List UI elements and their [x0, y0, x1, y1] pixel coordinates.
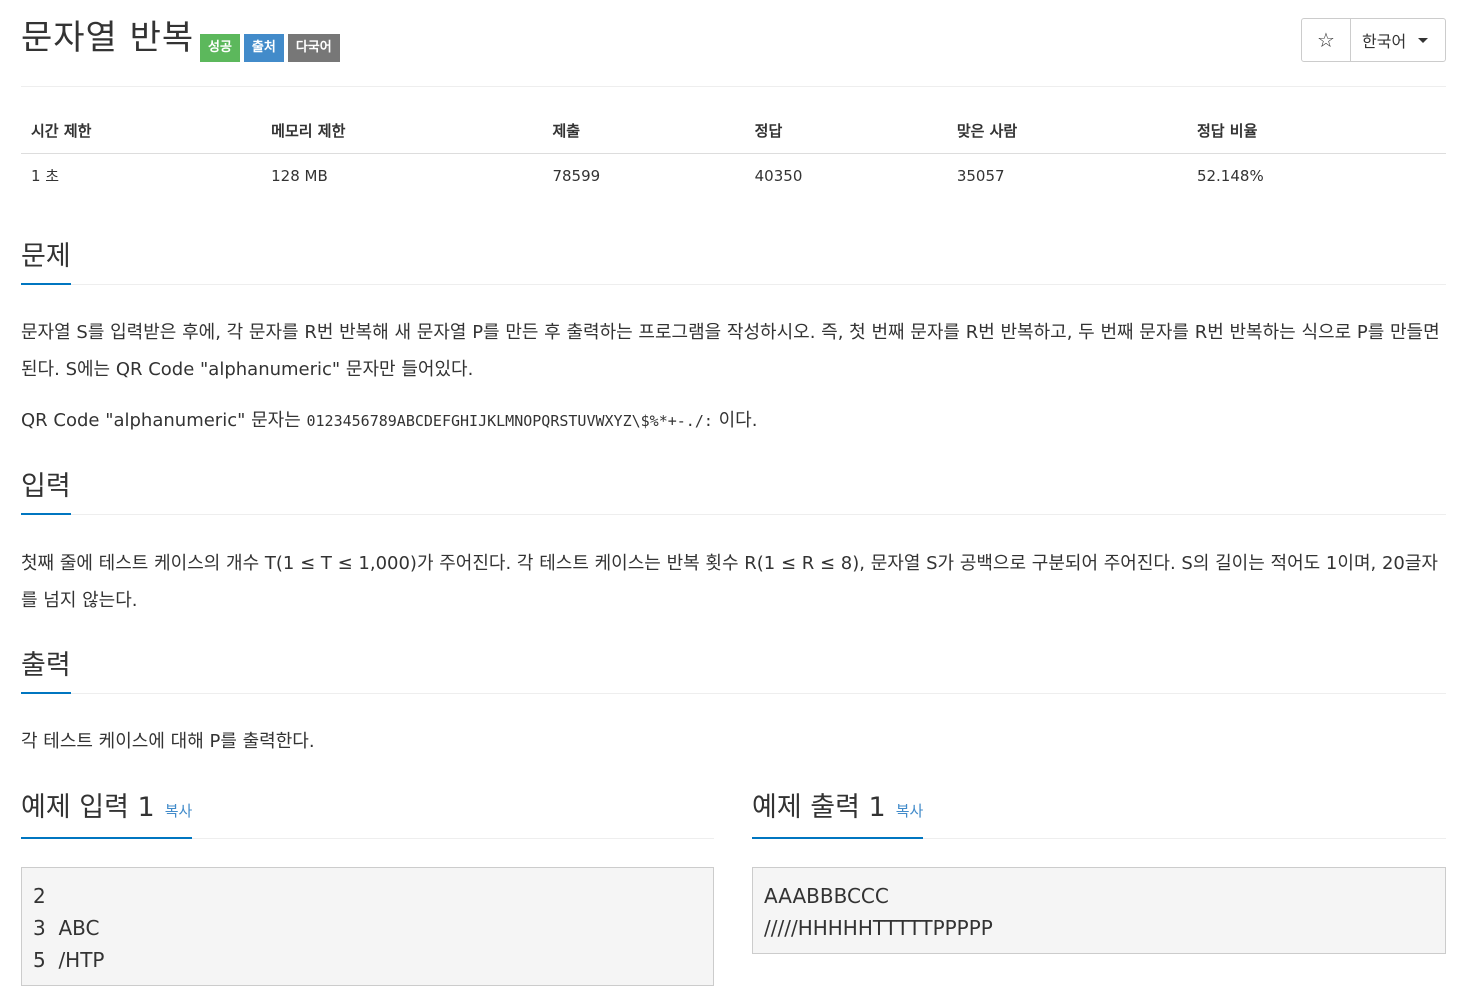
- sample-output-title: 예제 출력 1: [752, 792, 886, 823]
- sample-input-title: 예제 입력 1: [21, 792, 155, 823]
- table-header-memory-limit: 메모리 제한: [261, 108, 543, 154]
- problem-info-table: 시간 제한 메모리 제한 제출 정답 맞은 사람 정답 비율 1 초 128 M…: [21, 108, 1446, 197]
- table-row: 1 초 128 MB 78599 40350 35057 52.148%: [21, 154, 1446, 198]
- alphanumeric-note-prefix: QR Code "alphanumeric" 문자는: [21, 410, 307, 431]
- page-title: 문자열 반복: [21, 18, 195, 58]
- header-button-group: ☆ 한국어: [1301, 18, 1446, 62]
- table-header-row: 시간 제한 메모리 제한 제출 정답 맞은 사람 정답 비율: [21, 108, 1446, 154]
- sample-input-header: 예제 입력 1 복사: [21, 789, 714, 839]
- problem-alphanumeric-note: QR Code "alphanumeric" 문자는 0123456789ABC…: [21, 402, 1446, 440]
- problem-description: 문자열 S를 입력받은 후에, 각 문자를 R번 반복해 새 문자열 P를 만든…: [21, 322, 1440, 380]
- output-section-header: 출력: [21, 647, 1446, 694]
- sample-output-box[interactable]: AAABBBCCC /////HHHHHTTTTTPPPPP: [752, 867, 1446, 954]
- memory-limit-value: 128 MB: [271, 166, 328, 185]
- problem-heading: 문제: [21, 239, 71, 285]
- submissions-value[interactable]: 78599: [542, 154, 744, 198]
- star-icon: ☆: [1317, 28, 1335, 52]
- table-header-solved-users: 맞은 사람: [946, 108, 1187, 154]
- problem-badges: 성공 출처 다국어: [200, 34, 340, 62]
- chevron-down-icon: [1418, 37, 1429, 43]
- problem-section-header: 문제: [21, 238, 1446, 285]
- accept-ratio-value: 52.148%: [1196, 166, 1264, 185]
- alphanumeric-charset-code: 0123456789ABCDEFGHIJKLMNOPQRSTUVWXYZ\$%*…: [306, 412, 713, 430]
- source-badge[interactable]: 출처: [243, 34, 284, 62]
- problem-page: 문자열 반복 성공 출처 다국어 ☆ 한국어 시간 제한 메모리 제한 제출 정…: [21, 0, 1446, 986]
- input-section-header: 입력: [21, 468, 1446, 515]
- favorite-button[interactable]: ☆: [1302, 19, 1351, 61]
- sample-output-header: 예제 출력 1 복사: [752, 789, 1446, 839]
- language-dropdown[interactable]: 한국어: [1351, 19, 1445, 61]
- sample-output-heading: 예제 출력 1 복사: [752, 790, 924, 839]
- sample-input-heading: 예제 입력 1 복사: [21, 790, 193, 839]
- time-limit-value: 1 초: [31, 167, 60, 185]
- multilang-badge[interactable]: 다국어: [287, 34, 340, 62]
- alphanumeric-note-suffix: 이다.: [712, 410, 758, 431]
- table-header-time-limit: 시간 제한: [21, 108, 262, 154]
- sample-input-box[interactable]: 2 3 ABC 5 /HTP: [21, 867, 714, 986]
- input-description: 첫째 줄에 테스트 케이스의 개수 T(1 ≤ T ≤ 1,000)가 주어진다…: [21, 553, 1438, 611]
- solved-users-value[interactable]: 35057: [947, 154, 1187, 198]
- table-header-accept-ratio: 정답 비율: [1186, 108, 1446, 154]
- table-header-submissions: 제출: [542, 108, 745, 154]
- success-badge[interactable]: 성공: [200, 34, 240, 62]
- copy-sample-input-button[interactable]: 복사: [165, 802, 193, 820]
- copy-sample-output-button[interactable]: 복사: [896, 802, 924, 820]
- problem-header: 문자열 반복 성공 출처 다국어 ☆ 한국어: [21, 0, 1446, 87]
- table-header-accepted: 정답: [744, 108, 947, 154]
- accepted-value[interactable]: 40350: [745, 154, 947, 198]
- input-heading: 입력: [21, 469, 71, 515]
- language-label: 한국어: [1362, 32, 1407, 51]
- output-heading: 출력: [21, 648, 71, 694]
- output-description: 각 테스트 케이스에 대해 P를 출력한다.: [21, 731, 315, 752]
